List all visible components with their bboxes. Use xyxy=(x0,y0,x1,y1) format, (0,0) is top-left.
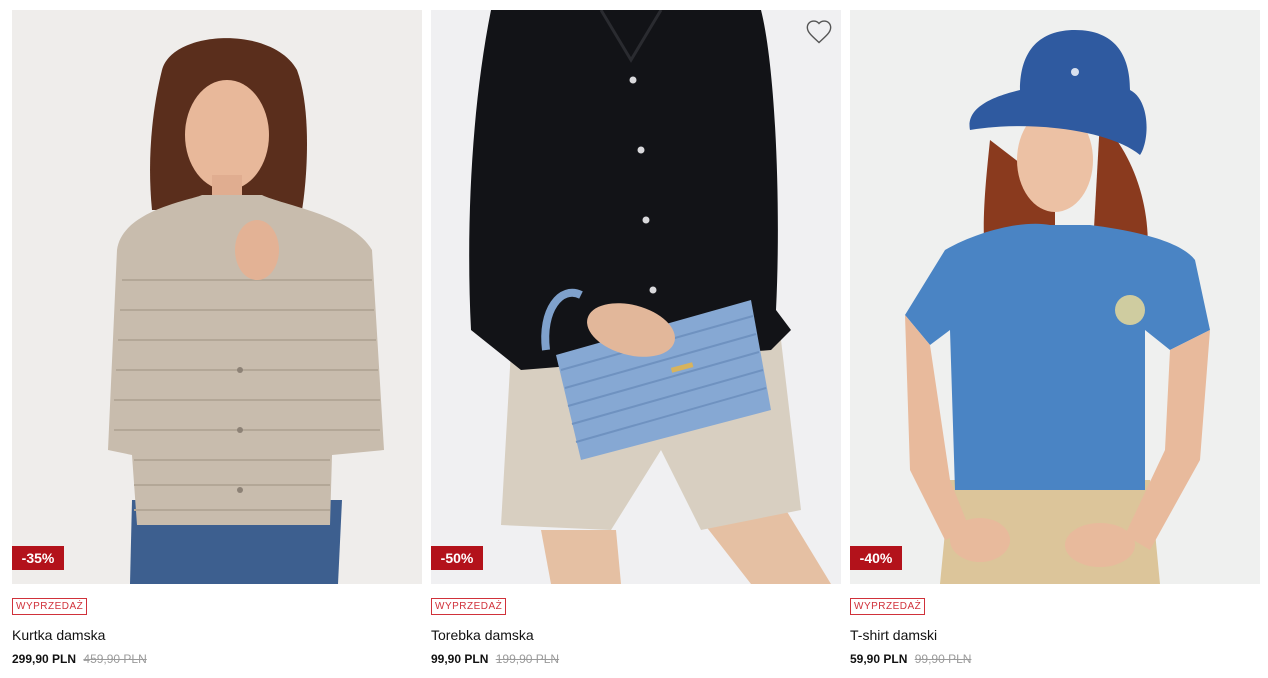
old-price: 459,90 PLN xyxy=(83,652,147,666)
sale-tag: WYPRZEDAŻ xyxy=(850,598,926,615)
price-row: 99,90 PLN 199,90 PLN xyxy=(431,652,841,666)
price-row: 59,90 PLN 99,90 PLN xyxy=(850,652,1260,666)
product-name[interactable]: Kurtka damska xyxy=(12,627,422,643)
discount-badge: -35% xyxy=(12,546,64,570)
old-price: 99,90 PLN xyxy=(914,652,972,666)
sale-tag: WYPRZEDAŻ xyxy=(431,598,507,615)
discount-badge: -40% xyxy=(850,546,902,570)
discount-badge: -50% xyxy=(431,546,483,570)
product-card[interactable]: -50% WYPRZEDAŻ Torebka damska 99,90 PLN … xyxy=(431,10,841,666)
old-price: 199,90 PLN xyxy=(495,652,560,666)
price-row: 299,90 PLN 459,90 PLN xyxy=(12,652,422,666)
product-card[interactable]: -40% WYPRZEDAŻ T-shirt damski 59,90 PLN … xyxy=(850,10,1260,666)
current-price: 59,90 PLN xyxy=(850,652,908,666)
heart-outline-icon[interactable] xyxy=(805,18,833,46)
product-grid: -35% WYPRZEDAŻ Kurtka damska 299,90 PLN … xyxy=(0,0,1268,678)
product-name[interactable]: Torebka damska xyxy=(431,627,841,643)
product-image[interactable]: -40% xyxy=(850,10,1260,584)
product-image[interactable]: -50% xyxy=(431,10,841,584)
product-name[interactable]: T-shirt damski xyxy=(850,627,1260,643)
sale-tag: WYPRZEDAŻ xyxy=(12,598,88,615)
current-price: 99,90 PLN xyxy=(431,652,489,666)
current-price: 299,90 PLN xyxy=(12,652,77,666)
product-card[interactable]: -35% WYPRZEDAŻ Kurtka damska 299,90 PLN … xyxy=(12,10,422,666)
product-image[interactable]: -35% xyxy=(12,10,422,584)
